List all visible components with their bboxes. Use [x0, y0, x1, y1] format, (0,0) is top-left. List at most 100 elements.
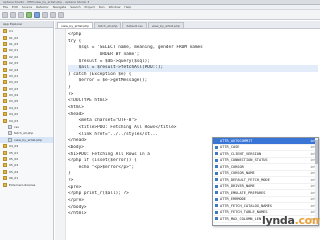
- constant-icon: [215, 184, 218, 188]
- editor-area: view_by_artist.php fetch_all.php default…: [55, 21, 320, 240]
- autocomplete-item-label: ATTR_CONNECTION_STATUS: [220, 158, 268, 163]
- tree-item-label: 02_03: [9, 61, 19, 66]
- menu-navigate[interactable]: Navigate: [53, 5, 66, 9]
- main-toolbar: Web perspective: [0, 10, 320, 28]
- code-line: <!DOCTYPE html>: [68, 98, 108, 104]
- tab-view-by-artist-2[interactable]: view_by_artist.php: [147, 22, 184, 28]
- constant-icon: [215, 197, 218, 201]
- run-icon[interactable]: [26, 11, 32, 18]
- project-tree: C1 01_02 01_03 02_01 02_02 02_03 02_04 03_01 03_…: [0, 28, 53, 188]
- tree-item-label: css: [14, 125, 19, 130]
- autocomplete-item-label: ATTR_DEFAULT_FETCH_MODE: [220, 177, 270, 182]
- code-line: <meta charset="UTF-8">: [68, 118, 137, 124]
- folder-icon: [3, 157, 7, 161]
- tree-item-label: 01_03: [9, 41, 19, 46]
- forward-icon[interactable]: [58, 11, 64, 18]
- logo-text: lynda: [262, 214, 295, 227]
- tree-item-label: 05_02: [9, 157, 19, 161]
- autocomplete-item-label: ATTR_CLIENT_VERSION: [220, 151, 262, 156]
- autocomplete-scrollbar[interactable]: [315, 138, 318, 225]
- debug-icon[interactable]: [34, 11, 40, 18]
- constant-icon: [215, 139, 218, 143]
- save-icon[interactable]: [10, 11, 16, 18]
- folder-icon: [3, 150, 7, 155]
- tab-view-by-artist[interactable]: view_by_artist.php: [57, 22, 94, 28]
- tree-item-label: 03_03: [9, 86, 19, 91]
- folder-icon: [3, 99, 7, 104]
- tree-item-label: 05_01: [9, 150, 19, 155]
- constant-icon: [215, 191, 218, 195]
- tree-item-label: C1: [9, 29, 14, 34]
- constant-icon: [215, 158, 218, 162]
- autocomplete-item-label: ATTR_ERRMODE: [220, 197, 246, 202]
- editor-tabs: view_by_artist.php fetch_all.php default…: [55, 21, 320, 29]
- folder-icon: [3, 54, 7, 59]
- folder-icon: [3, 67, 7, 72]
- tree-item-label: 04_04: [9, 144, 19, 149]
- menu-window[interactable]: Window: [109, 5, 121, 9]
- code-line: $all = $result->fetchAll(PDO::);: [68, 65, 318, 72]
- tree-item-label: 02_02: [9, 54, 19, 59]
- tree-item-label: 04_03: [9, 118, 19, 123]
- back-icon[interactable]: [50, 11, 56, 18]
- constant-icon: [215, 165, 218, 169]
- tab-default-css[interactable]: default.css: [122, 22, 147, 28]
- code-line: <head>: [68, 111, 84, 117]
- code-line: $error = $e->getMessage();: [68, 78, 148, 84]
- code-line: <title>PDO: Fetching All Rows</title>: [68, 124, 177, 130]
- tree-item-label: 02_01: [9, 48, 19, 53]
- logo-suffix: .com: [294, 214, 320, 227]
- search-icon[interactable]: [42, 11, 48, 18]
- tree-item-label: view_by_artist.php: [14, 137, 43, 142]
- autocomplete-item-label: ATTR_DRIVER_NAME: [220, 184, 255, 189]
- file-icon: [8, 125, 12, 130]
- autocomplete-item-label: ATTR_CURSOR_NAME: [220, 171, 255, 176]
- menu-refactor[interactable]: Refactor: [36, 5, 49, 9]
- constant-icon: [215, 145, 218, 149]
- folder-icon: [3, 144, 7, 149]
- autocomplete-list[interactable]: ATTR_AUTOCOMMIT int ATTR_CASE int ATTR_CLIEN…: [213, 138, 318, 223]
- code-line: } catch (Exception $e) {: [68, 71, 132, 77]
- line-gutter: [55, 29, 66, 240]
- folder-icon: [3, 41, 7, 46]
- autocomplete-popup[interactable]: ATTR_AUTOCOMMIT int ATTR_CASE int ATTR_CLIEN…: [212, 137, 319, 226]
- tree-item-label: 02_04: [9, 67, 19, 72]
- menu-project[interactable]: Project: [85, 5, 95, 9]
- tab-fetch-all[interactable]: fetch_all.php: [94, 22, 122, 28]
- tree-item-label: 03_02: [9, 80, 19, 85]
- tree-item-label: 04_02: [9, 112, 19, 117]
- constant-icon: [215, 171, 218, 175]
- tree-item-label: 06_01: [9, 176, 19, 181]
- menu-run[interactable]: Run: [99, 5, 105, 9]
- app-explorer-panel: App Explorer C1 01_02 01_03 02_01 02_02 02_03…: [0, 21, 54, 240]
- autocomplete-scroll-thumb[interactable]: [315, 140, 318, 164]
- constant-icon: [215, 204, 218, 208]
- constant-icon: [215, 217, 218, 221]
- folder-icon: [3, 118, 7, 123]
- menu-search[interactable]: Search: [70, 5, 80, 9]
- tree-item-label: 01_02: [9, 35, 19, 40]
- folder-icon: [3, 35, 7, 40]
- autocomplete-item-label: ATTR_FETCH_CATALOG_NAMES: [220, 203, 272, 208]
- menu-edit[interactable]: Edit: [12, 5, 18, 9]
- folder-icon: [3, 73, 7, 78]
- tree-item-label: 04_01: [9, 105, 19, 110]
- constant-icon: [215, 178, 218, 182]
- menu-source[interactable]: Source: [22, 5, 32, 9]
- save-all-icon[interactable]: [18, 11, 24, 18]
- folder-icon: [3, 105, 7, 110]
- autocomplete-item-label: ATTR_EMULATE_PREPARES: [220, 190, 266, 195]
- folder-icon: [3, 29, 7, 34]
- menu-file[interactable]: File: [3, 5, 8, 9]
- new-file-icon[interactable]: [2, 11, 8, 18]
- folder-icon: [3, 176, 7, 181]
- code-editor[interactable]: <?php try { $sql = 'SELECT name, meaning,…: [55, 29, 320, 240]
- folder-icon: [3, 93, 7, 98]
- menu-help[interactable]: Help: [124, 5, 131, 9]
- code-line: }: [68, 85, 71, 91]
- folder-icon: [3, 80, 7, 85]
- code-line: <html>: [68, 105, 84, 111]
- constant-icon: [215, 152, 218, 156]
- tree-item[interactable]: External Libraries: [0, 181, 53, 187]
- code-line: $result = $db->query($sql);: [68, 58, 150, 64]
